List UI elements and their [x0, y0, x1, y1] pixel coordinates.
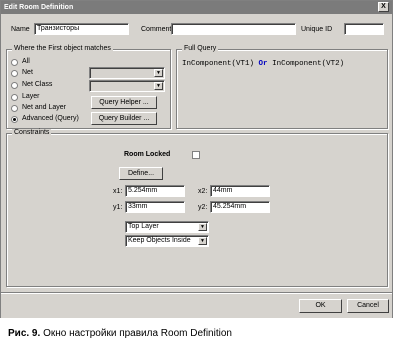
radio-net-class-label: Net Class — [22, 81, 53, 88]
query-keyword: Or — [258, 60, 268, 68]
ok-button[interactable]: OK — [299, 299, 342, 313]
x1-field[interactable]: 5.254mm — [125, 185, 185, 197]
edit-room-definition-dialog: Edit Room Definition X Name Транзисторы … — [0, 0, 393, 318]
layer-dropdown[interactable]: Top Layer ▼ — [125, 221, 209, 233]
caption-prefix: Рис. 9. — [8, 328, 41, 339]
x2-field[interactable]: 44mm — [210, 185, 270, 197]
comment-label: Comment — [141, 26, 172, 33]
radio-net-and-layer[interactable] — [11, 105, 18, 112]
comment-field[interactable] — [171, 23, 296, 35]
query-part-1: InComponent(VT1) — [182, 60, 255, 68]
unique-id-field[interactable] — [344, 23, 384, 35]
button-bar: OK Cancel — [1, 294, 392, 318]
radio-net-and-layer-label: Net and Layer — [22, 104, 66, 111]
chevron-down-icon: ▼ — [154, 82, 163, 90]
constraints-title: Constraints — [12, 129, 52, 136]
net-dropdown[interactable]: ▼ — [89, 67, 165, 79]
room-locked-label: Room Locked — [124, 151, 171, 158]
query-helper-button[interactable]: Query Helper ... — [91, 96, 157, 109]
radio-advanced-query[interactable] — [11, 116, 18, 123]
full-query-group: Full Query InComponent(VT1) Or InCompone… — [176, 45, 388, 129]
x2-label: x2: — [198, 188, 208, 195]
caption-text: Окно настройки правила Room Definition — [43, 328, 232, 339]
define-button[interactable]: Define... — [119, 167, 163, 180]
figure-caption: Рис. 9. Окно настройки правила Room Defi… — [8, 328, 232, 339]
chevron-down-icon: ▼ — [198, 223, 207, 231]
match-group: Where the First object matches All Net ▼… — [6, 45, 171, 129]
room-locked-checkbox[interactable] — [192, 151, 200, 159]
match-group-title: Where the First object matches — [12, 45, 113, 52]
radio-all-label: All — [22, 58, 30, 65]
radio-net-label: Net — [22, 69, 33, 76]
keep-objects-dropdown[interactable]: Keep Objects Inside ▼ — [125, 235, 209, 247]
x1-label: x1: — [113, 188, 123, 195]
net-class-dropdown[interactable]: ▼ — [89, 80, 165, 92]
query-part-2: InComponent(VT2) — [272, 60, 345, 68]
name-field[interactable]: Транзисторы — [34, 23, 129, 35]
title-bar: Edit Room Definition X — [1, 1, 392, 14]
radio-layer[interactable] — [11, 94, 18, 101]
chevron-down-icon: ▼ — [198, 237, 207, 245]
full-query-title: Full Query — [182, 45, 219, 52]
radio-layer-label: Layer — [22, 93, 40, 100]
y2-field[interactable]: 45.254mm — [210, 201, 270, 213]
name-label: Name — [11, 26, 30, 33]
cancel-button[interactable]: Cancel — [347, 299, 389, 313]
query-text[interactable]: InComponent(VT1) Or InComponent(VT2) — [182, 60, 344, 68]
keep-objects-value: Keep Objects Inside — [128, 237, 191, 244]
layer-value: Top Layer — [128, 223, 159, 230]
chevron-down-icon: ▼ — [154, 69, 163, 77]
y2-label: y2: — [198, 204, 208, 211]
close-button[interactable]: X — [378, 2, 389, 12]
radio-net[interactable] — [11, 70, 18, 77]
constraints-group: Constraints Room Locked Define... x1: 5.… — [6, 129, 388, 287]
unique-id-label: Unique ID — [301, 26, 333, 33]
query-builder-button[interactable]: Query Builder ... — [91, 112, 157, 125]
window-title: Edit Room Definition — [4, 4, 74, 11]
radio-net-class[interactable] — [11, 82, 18, 89]
y1-label: y1: — [113, 204, 123, 211]
radio-advanced-query-label: Advanced (Query) — [22, 115, 79, 122]
radio-all[interactable] — [11, 59, 18, 66]
y1-field[interactable]: 33mm — [125, 201, 185, 213]
